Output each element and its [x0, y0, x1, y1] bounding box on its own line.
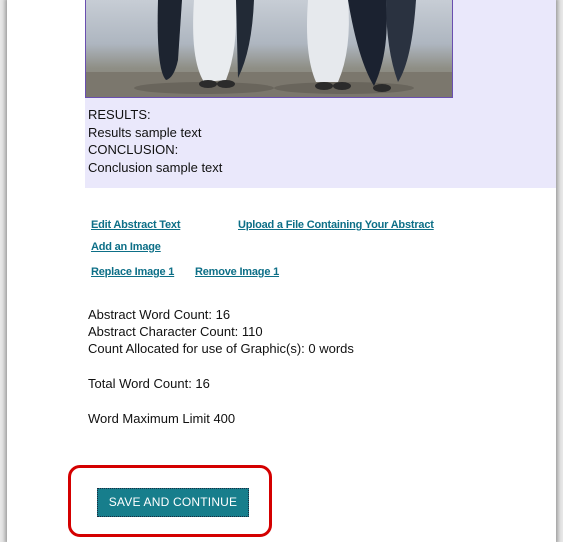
graphic-count-stat: Count Allocated for use of Graphic(s): 0…: [88, 341, 354, 356]
results-text: Results sample text: [88, 124, 202, 140]
abstract-image: [85, 0, 453, 98]
max-limit-stat: Word Maximum Limit 400: [88, 411, 236, 426]
replace-image-link[interactable]: Replace Image 1: [91, 266, 174, 278]
word-count-stat: Abstract Word Count: 16: [88, 307, 231, 322]
results-heading: RESULTS:: [88, 107, 151, 122]
edit-abstract-link[interactable]: Edit Abstract Text: [91, 219, 181, 231]
abstract-text: RESULTS: Results sample text CONCLUSION:…: [88, 106, 222, 176]
abstract-preview: RESULTS: Results sample text CONCLUSION:…: [85, 0, 556, 188]
penguins-photo: [86, 0, 452, 97]
upload-file-link[interactable]: Upload a File Containing Your Abstract: [238, 219, 434, 231]
remove-image-link[interactable]: Remove Image 1: [195, 266, 279, 278]
save-and-continue-button[interactable]: SAVE AND CONTINUE: [97, 488, 249, 517]
page-frame: RESULTS: Results sample text CONCLUSION:…: [7, 0, 556, 542]
conclusion-text: Conclusion sample text: [88, 159, 223, 175]
char-count-stat: Abstract Character Count: 110: [88, 324, 263, 339]
conclusion-heading: CONCLUSION:: [88, 142, 179, 157]
total-count-stat: Total Word Count: 16: [88, 376, 210, 391]
add-image-link[interactable]: Add an Image: [91, 241, 161, 253]
